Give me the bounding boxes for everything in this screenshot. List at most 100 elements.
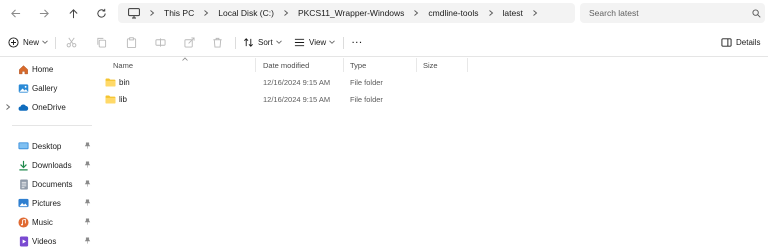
breadcrumb-label[interactable]: This PC [160, 8, 198, 18]
monitor-icon [124, 7, 144, 19]
nav-item-label: Documents [32, 179, 73, 189]
nav-item-onedrive[interactable]: OneDrive [0, 98, 98, 116]
chevron-down-icon [329, 38, 336, 47]
breadcrumb-label[interactable]: cmdline-tools [424, 8, 482, 18]
paste-icon [126, 37, 137, 48]
chevron-down-icon [275, 38, 282, 47]
new-button[interactable]: New [8, 34, 48, 51]
pin-icon[interactable] [84, 236, 91, 246]
column-header-type[interactable]: Type [350, 59, 366, 71]
type-cell: File folder [350, 95, 383, 104]
file-row[interactable]: lib 12/16/2024 9:15 AM File folder [100, 91, 768, 108]
nav-item-label: OneDrive [32, 102, 66, 112]
chevron-right-icon [533, 10, 538, 16]
chevron-right-icon [204, 10, 209, 16]
chevron-right-icon [414, 10, 419, 16]
breadcrumb-label[interactable]: PKCS11_Wrapper-Windows [294, 8, 408, 18]
nav-item-downloads[interactable]: Downloads [0, 156, 98, 174]
view-list-icon [294, 38, 305, 47]
date-modified-cell: 12/16/2024 9:15 AM [263, 78, 331, 87]
search-input[interactable]: Search latest [580, 3, 765, 23]
nav-item-label: Home [32, 64, 54, 74]
nav-item-home[interactable]: Home [0, 60, 98, 78]
share-button[interactable] [184, 34, 195, 51]
downloads-icon [18, 160, 29, 171]
column-header-size[interactable]: Size [423, 59, 438, 71]
command-bar: New Sort View ··· Details [0, 28, 768, 57]
chevron-right-icon [488, 10, 493, 16]
pin-icon[interactable] [84, 217, 91, 227]
column-divider[interactable] [467, 58, 468, 72]
column-divider[interactable] [416, 58, 417, 72]
music-icon [18, 216, 29, 228]
nav-item-videos[interactable]: Videos [0, 232, 98, 250]
chevron-right-icon [284, 10, 289, 16]
back-button[interactable] [6, 4, 24, 22]
trash-icon [213, 37, 222, 48]
column-header-name[interactable]: Name [113, 59, 133, 71]
column-divider[interactable] [255, 58, 256, 72]
sort-ascending-icon [182, 54, 188, 63]
breadcrumb-pkcs11[interactable]: PKCS11_Wrapper-Windows [294, 8, 424, 18]
nav-item-documents[interactable]: Documents [0, 175, 98, 193]
chevron-right-icon[interactable] [5, 103, 11, 112]
chevron-right-icon [150, 10, 155, 16]
breadcrumb-separator[interactable] [483, 10, 499, 16]
breadcrumb-local-disk[interactable]: Local Disk (C:) [214, 8, 294, 18]
nav-item-gallery[interactable]: Gallery [0, 79, 98, 97]
view-button[interactable]: View [294, 34, 336, 51]
gallery-icon [18, 83, 29, 94]
forward-button[interactable] [35, 4, 53, 22]
documents-icon [18, 178, 29, 190]
breadcrumb-separator[interactable] [144, 10, 160, 16]
nav-divider [12, 125, 92, 126]
pin-icon[interactable] [84, 141, 91, 151]
details-button[interactable]: Details [721, 34, 760, 51]
rename-icon [155, 38, 166, 47]
toolbar-divider [55, 37, 56, 49]
details-pane-icon [721, 38, 732, 47]
paste-button[interactable] [126, 34, 137, 51]
videos-icon [18, 235, 29, 247]
copy-icon [97, 37, 107, 48]
breadcrumb-separator[interactable] [198, 10, 214, 16]
more-options-button[interactable]: ··· [352, 34, 363, 51]
breadcrumb-label[interactable]: Local Disk (C:) [214, 8, 278, 18]
home-icon [18, 64, 29, 75]
nav-item-desktop[interactable]: Desktop [0, 137, 98, 155]
breadcrumb-separator[interactable] [527, 10, 543, 16]
pin-icon[interactable] [84, 198, 91, 208]
nav-item-label: Gallery [32, 83, 58, 93]
breadcrumb-cmdline-tools[interactable]: cmdline-tools [424, 8, 498, 18]
copy-button[interactable] [96, 34, 107, 51]
arrow-up-icon [68, 8, 78, 18]
breadcrumb-latest[interactable]: latest [499, 8, 543, 18]
breadcrumb-this-pc[interactable]: This PC [160, 8, 214, 18]
breadcrumb-separator[interactable] [278, 10, 294, 16]
pin-icon[interactable] [84, 179, 91, 189]
refresh-button[interactable] [92, 4, 110, 22]
delete-button[interactable] [212, 34, 223, 51]
search-icon[interactable] [747, 8, 765, 18]
file-name-cell[interactable]: bin [105, 74, 130, 91]
column-header-date-modified[interactable]: Date modified [263, 59, 309, 71]
nav-item-pictures[interactable]: Pictures [0, 194, 98, 212]
rename-button[interactable] [155, 34, 166, 51]
file-row[interactable]: bin 12/16/2024 9:15 AM File folder [100, 74, 768, 91]
address-bar[interactable]: This PC Local Disk (C:) PKCS11_Wrapper-W… [118, 3, 575, 23]
pin-icon[interactable] [84, 160, 91, 170]
share-icon [184, 37, 195, 48]
file-name: lib [119, 95, 128, 104]
breadcrumb-separator[interactable] [408, 10, 424, 16]
up-button[interactable] [64, 4, 82, 22]
toolbar-divider [235, 37, 236, 49]
address-bar-row: This PC Local Disk (C:) PKCS11_Wrapper-W… [0, 0, 768, 26]
nav-item-label: Downloads [32, 160, 72, 170]
column-divider[interactable] [343, 58, 344, 72]
file-name-cell[interactable]: lib [105, 91, 127, 108]
breadcrumb-label[interactable]: latest [499, 8, 527, 18]
nav-item-music[interactable]: Music [0, 213, 98, 231]
cut-button[interactable] [66, 34, 77, 51]
arrow-left-icon [10, 8, 20, 18]
sort-button[interactable]: Sort [243, 34, 282, 51]
